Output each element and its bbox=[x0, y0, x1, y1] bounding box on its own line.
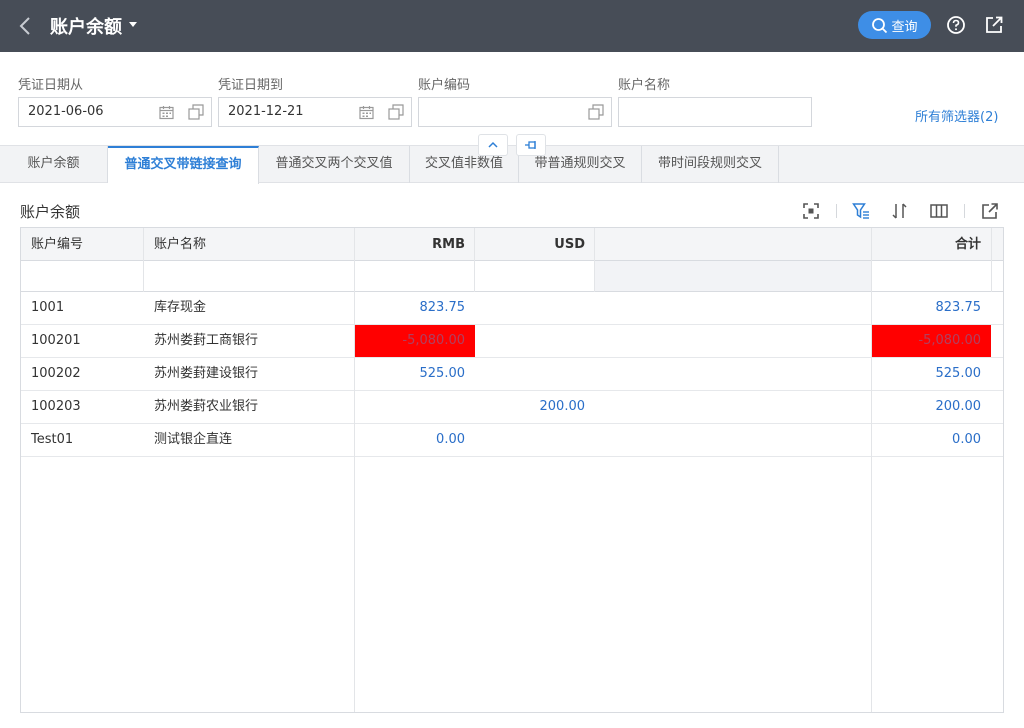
date-to-label: 凭证日期到 bbox=[218, 78, 284, 93]
copy-icon[interactable] bbox=[188, 104, 204, 120]
calendar-icon[interactable] bbox=[359, 105, 374, 120]
export-icon[interactable] bbox=[981, 202, 999, 220]
tab-cross-two-values[interactable]: 普通交叉两个交叉值 bbox=[259, 146, 410, 183]
account-name-input[interactable] bbox=[628, 104, 748, 119]
column-divider bbox=[354, 228, 355, 712]
tab-cross-period-rule[interactable]: 带时间段规则交叉 bbox=[642, 146, 779, 183]
cell-account-name: 苏州娄葑工商银行 bbox=[154, 333, 259, 348]
search-icon bbox=[872, 17, 888, 33]
calendar-icon[interactable] bbox=[159, 105, 174, 120]
cell-usd[interactable] bbox=[475, 358, 595, 390]
account-code-field[interactable] bbox=[418, 97, 612, 127]
all-filters-link[interactable]: 所有筛选器(2) bbox=[915, 106, 998, 125]
date-to-input[interactable] bbox=[228, 104, 348, 119]
table-row[interactable]: 100202 苏州娄葑建设银行 525.00 525.00 bbox=[21, 358, 1003, 391]
account-name-label: 账户名称 bbox=[618, 78, 671, 93]
account-name-field[interactable] bbox=[618, 97, 812, 127]
cell-rmb[interactable]: 0.00 bbox=[355, 424, 475, 456]
page-title[interactable]: 账户余额 bbox=[50, 13, 122, 39]
date-from-label: 凭证日期从 bbox=[18, 78, 84, 93]
column-header-rmb[interactable]: RMB bbox=[355, 228, 475, 261]
table-row[interactable]: 100203 苏州娄葑农业银行 200.00 200.00 bbox=[21, 391, 1003, 424]
cell-rmb[interactable]: -5,080.00 bbox=[355, 325, 475, 357]
column-divider bbox=[871, 228, 872, 712]
help-icon[interactable] bbox=[946, 15, 966, 35]
cell-rmb[interactable]: 823.75 bbox=[355, 292, 475, 324]
column-header-account-code[interactable]: 账户编号 bbox=[21, 228, 144, 261]
table-row[interactable]: 100201 苏州娄葑工商银行 -5,080.00 -5,080.00 bbox=[21, 325, 1003, 358]
cell-total[interactable]: 0.00 bbox=[872, 424, 991, 456]
column-divider bbox=[474, 228, 475, 292]
chevron-up-icon bbox=[488, 141, 498, 148]
account-balance-grid: 账户编号 账户名称 RMB USD 合计 1001 库存现金 823.75 82… bbox=[20, 227, 1004, 713]
cell-account-name: 苏州娄葑建设银行 bbox=[154, 366, 259, 381]
table-row[interactable]: Test01 测试银企直连 0.00 0.00 bbox=[21, 424, 1003, 457]
table-row[interactable]: 1001 库存现金 823.75 823.75 bbox=[21, 292, 1003, 325]
fullscreen-icon[interactable] bbox=[802, 202, 820, 220]
cell-rmb[interactable] bbox=[355, 391, 475, 423]
caret-down-icon[interactable] bbox=[129, 22, 137, 27]
tab-account-balance[interactable]: 账户余额 bbox=[0, 146, 108, 183]
scrollbar-column bbox=[991, 228, 1003, 292]
column-header-account-name[interactable]: 账户名称 bbox=[144, 228, 355, 261]
column-divider bbox=[594, 228, 595, 292]
query-label: 查询 bbox=[891, 19, 918, 35]
collapse-filters-button[interactable] bbox=[478, 134, 508, 156]
tab-cross-link-query[interactable]: 普通交叉带链接查询 bbox=[108, 146, 259, 184]
query-button[interactable]: 查询 bbox=[858, 11, 931, 39]
copy-icon[interactable] bbox=[388, 104, 404, 120]
tab-bar: 账户余额 普通交叉带链接查询 普通交叉两个交叉值 交叉值非数值 带普通规则交叉 … bbox=[0, 145, 1024, 184]
date-from-field[interactable] bbox=[18, 97, 212, 127]
cell-total[interactable]: 525.00 bbox=[872, 358, 991, 390]
filter-row-gap bbox=[595, 261, 872, 291]
copy-icon[interactable] bbox=[588, 104, 604, 120]
grid-header: 账户编号 账户名称 RMB USD 合计 bbox=[21, 228, 1003, 261]
column-header-empty bbox=[595, 228, 872, 261]
export-icon[interactable] bbox=[985, 15, 1004, 34]
cell-usd[interactable] bbox=[475, 325, 595, 357]
toolbar-divider bbox=[964, 204, 965, 218]
pin-filters-button[interactable] bbox=[516, 134, 546, 156]
date-from-input[interactable] bbox=[28, 104, 148, 119]
columns-icon[interactable] bbox=[930, 202, 948, 220]
column-header-total[interactable]: 合计 bbox=[872, 228, 991, 261]
column-divider bbox=[143, 228, 144, 292]
date-to-field[interactable] bbox=[218, 97, 412, 127]
cell-account-name: 库存现金 bbox=[154, 300, 207, 315]
cell-account-code: 100203 bbox=[31, 399, 81, 414]
cell-account-name: 测试银企直连 bbox=[154, 432, 233, 447]
cell-account-code: 1001 bbox=[31, 300, 65, 315]
top-header: 账户余额 查询 bbox=[0, 0, 1024, 52]
account-code-label: 账户编码 bbox=[418, 78, 471, 93]
toolbar-divider bbox=[836, 204, 837, 218]
sort-icon[interactable] bbox=[891, 202, 909, 220]
pin-icon bbox=[525, 141, 536, 149]
cell-account-code: 100202 bbox=[31, 366, 81, 381]
cell-usd[interactable] bbox=[475, 292, 595, 324]
cell-account-code: 100201 bbox=[31, 333, 81, 348]
cell-rmb[interactable]: 525.00 bbox=[355, 358, 475, 390]
cell-usd[interactable] bbox=[475, 424, 595, 456]
section-title: 账户余额 bbox=[20, 203, 81, 221]
cell-total[interactable]: 823.75 bbox=[872, 292, 991, 324]
back-arrow-icon[interactable] bbox=[14, 14, 36, 38]
cell-total[interactable]: -5,080.00 bbox=[872, 325, 991, 357]
account-code-input[interactable] bbox=[428, 104, 548, 119]
column-header-usd[interactable]: USD bbox=[475, 228, 595, 261]
filter-icon[interactable] bbox=[852, 202, 870, 220]
cell-total[interactable]: 200.00 bbox=[872, 391, 991, 423]
cell-usd[interactable]: 200.00 bbox=[475, 391, 595, 423]
cell-account-code: Test01 bbox=[31, 432, 74, 447]
cell-account-name: 苏州娄葑农业银行 bbox=[154, 399, 259, 414]
